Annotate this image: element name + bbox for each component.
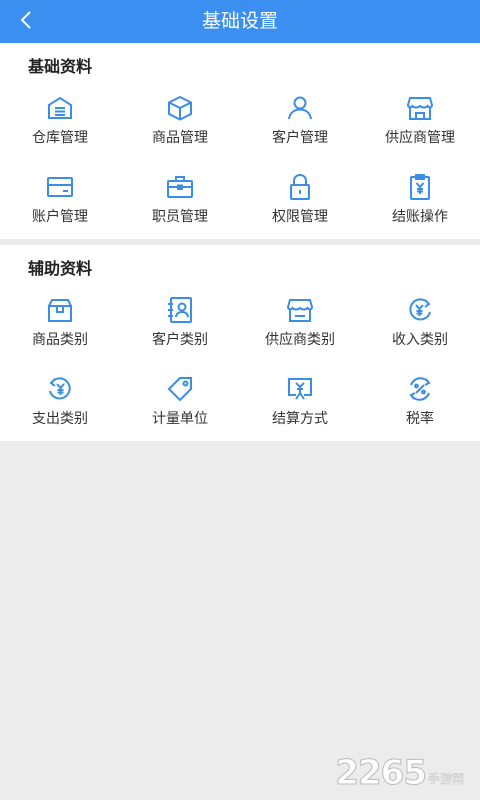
income-icon bbox=[405, 295, 435, 325]
basic-data-grid: 仓库管理 商品管理 客户管理 供应商管理 账户管理 职员管理 权限管理 结账操作 bbox=[0, 85, 480, 243]
page-title: 基础设置 bbox=[201, 10, 278, 32]
item-label: 税率 bbox=[406, 411, 434, 427]
user-icon bbox=[285, 93, 315, 123]
item-label: 职员管理 bbox=[152, 209, 208, 225]
box-category-icon bbox=[45, 295, 75, 325]
section-title-basic: 基础资料 bbox=[28, 57, 93, 76]
permission-management[interactable]: 权限管理 bbox=[240, 164, 360, 243]
contact-book-icon bbox=[165, 295, 195, 325]
customer-management[interactable]: 客户管理 bbox=[240, 85, 360, 164]
item-label: 客户管理 bbox=[272, 130, 328, 146]
warehouse-management[interactable]: 仓库管理 bbox=[0, 85, 120, 164]
staff-management[interactable]: 职员管理 bbox=[120, 164, 240, 243]
site-watermark: 2265 手游网 bbox=[335, 753, 464, 793]
closing-operation[interactable]: 结账操作 bbox=[360, 164, 480, 243]
item-label: 计量单位 bbox=[152, 411, 208, 427]
item-label: 结账操作 bbox=[392, 209, 448, 225]
watermark-number: 2265 bbox=[335, 753, 428, 793]
item-label: 收入类别 bbox=[392, 332, 448, 348]
store-category-icon bbox=[285, 295, 315, 325]
basic-data-section: 基础资料 仓库管理 商品管理 客户管理 供应商管理 账户管理 职员管理 权限管理… bbox=[0, 43, 480, 239]
briefcase-icon bbox=[165, 172, 195, 202]
warehouse-icon bbox=[45, 93, 75, 123]
expense-icon bbox=[45, 374, 75, 404]
item-label: 仓库管理 bbox=[32, 130, 88, 146]
expense-category[interactable]: 支出类别 bbox=[0, 366, 120, 445]
measurement-unit[interactable]: 计量单位 bbox=[120, 366, 240, 445]
customer-category[interactable]: 客户类别 bbox=[120, 287, 240, 366]
settlement-method[interactable]: 结算方式 bbox=[240, 366, 360, 445]
watermark-text: 手游网 bbox=[427, 772, 464, 786]
section-title-auxiliary: 辅助资料 bbox=[28, 259, 93, 278]
goods-management[interactable]: 商品管理 bbox=[120, 85, 240, 164]
account-management[interactable]: 账户管理 bbox=[0, 164, 120, 243]
top-bar: 基础设置 bbox=[0, 0, 480, 43]
settlement-icon bbox=[285, 374, 315, 404]
auxiliary-data-section: 辅助资料 商品类别 客户类别 供应商类别 收入类别 支出类别 计量单位 结算方式… bbox=[0, 245, 480, 441]
auxiliary-data-grid: 商品类别 客户类别 供应商类别 收入类别 支出类别 计量单位 结算方式 税率 bbox=[0, 287, 480, 445]
item-label: 账户管理 bbox=[32, 209, 88, 225]
item-label: 商品类别 bbox=[32, 332, 88, 348]
item-label: 供应商类别 bbox=[265, 332, 335, 348]
supplier-management[interactable]: 供应商管理 bbox=[360, 85, 480, 164]
clipboard-yen-icon bbox=[405, 172, 435, 202]
item-label: 客户类别 bbox=[152, 332, 208, 348]
box-icon bbox=[165, 93, 195, 123]
tax-rate[interactable]: 税率 bbox=[360, 366, 480, 445]
tax-rate-icon bbox=[405, 374, 435, 404]
item-label: 权限管理 bbox=[272, 209, 328, 225]
lock-icon bbox=[285, 172, 315, 202]
item-label: 结算方式 bbox=[272, 411, 328, 427]
tag-icon bbox=[165, 374, 195, 404]
card-icon bbox=[45, 172, 75, 202]
item-label: 供应商管理 bbox=[385, 130, 455, 146]
income-category[interactable]: 收入类别 bbox=[360, 287, 480, 366]
item-label: 商品管理 bbox=[152, 130, 208, 146]
goods-category[interactable]: 商品类别 bbox=[0, 287, 120, 366]
supplier-category[interactable]: 供应商类别 bbox=[240, 287, 360, 366]
store-icon bbox=[405, 93, 435, 123]
item-label: 支出类别 bbox=[32, 411, 88, 427]
